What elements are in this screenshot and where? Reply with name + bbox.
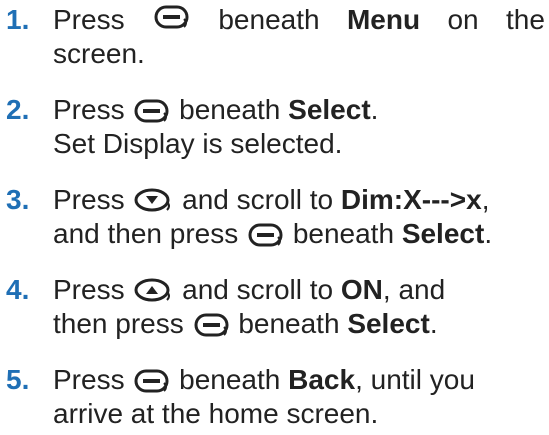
step-4: 4. Press and scroll to ON, and then pres… [6, 273, 545, 341]
step-2: 2. Press beneath Select. Set Display is … [6, 93, 545, 161]
softkey-button-icon [194, 313, 229, 337]
step-text-line-1: Press and scroll to Dim:X--->x, [53, 184, 490, 215]
softkey-button-icon [134, 369, 169, 393]
step-1: 1. Press beneath Menu on the screen. [6, 3, 545, 71]
softkey-button-icon [154, 5, 189, 29]
step-number: 1. [6, 4, 30, 35]
down-arrow-button-icon [134, 187, 172, 213]
step-number: 3. [6, 184, 30, 215]
softkey-button-icon [248, 223, 283, 247]
step-text-line-2: Set Display is selected. [53, 128, 343, 159]
softkey-button-icon [134, 99, 169, 123]
step-text-line-2: then press beneath Select. [53, 308, 438, 339]
step-text-line-1: Press beneath Menu on the [53, 4, 545, 35]
step-number: 5. [6, 364, 30, 395]
step-3: 3. Press and scroll to Dim:X--->x, and t… [6, 183, 545, 251]
step-text-line-2: and then press beneath Select. [53, 218, 493, 249]
step-text-line-2: screen. [53, 38, 145, 69]
step-number: 4. [6, 274, 30, 305]
step-text-line-2: arrive at the home screen. [53, 398, 379, 429]
up-arrow-button-icon [134, 277, 172, 303]
step-number: 2. [6, 94, 30, 125]
step-text-line-1: Press and scroll to ON, and [53, 274, 446, 305]
step-text-line-1: Press beneath Back, until you [53, 364, 475, 395]
step-text-line-1: Press beneath Select. [53, 94, 379, 125]
step-5: 5. Press beneath Back, until you arrive … [6, 363, 545, 431]
